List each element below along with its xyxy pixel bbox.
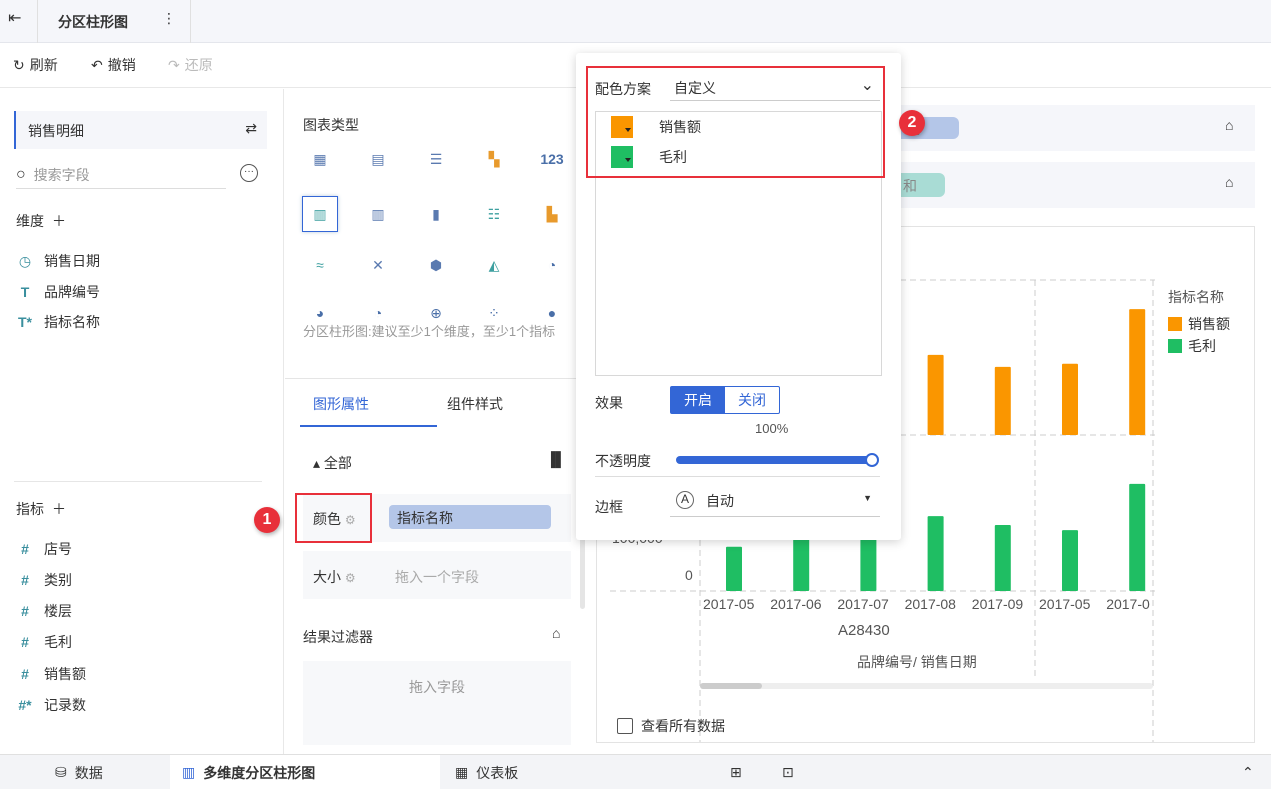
bar-chart-icon: ▥: [182, 764, 196, 780]
border-value: 自动: [706, 493, 734, 509]
bar-sales: [1129, 309, 1146, 435]
effect-off-button[interactable]: 关闭: [725, 387, 779, 413]
bar-gross-profit: [927, 516, 944, 591]
x-tick-label: 2017-07: [837, 596, 889, 612]
bar-sales: [994, 366, 1011, 435]
border-label: 边框: [595, 499, 623, 515]
step-badge-2: 2: [899, 110, 925, 136]
collapse-icon[interactable]: ⌃: [1242, 755, 1254, 790]
bar-gross-profit: [1129, 483, 1146, 591]
view-all-label: 查看所有数据: [641, 718, 725, 734]
opacity-value: 100%: [755, 421, 789, 436]
legend-label: 销售额: [1188, 316, 1230, 332]
effect-toggle[interactable]: 开启 关闭: [670, 386, 780, 414]
bottom-tab-bar: ⛁ 数据 ▥ 多维度分区柱形图 ▦ 仪表板 ⊞ ⊡ ⌃: [0, 754, 1271, 790]
x-tick-label: 2017-08: [904, 596, 956, 612]
slider-handle[interactable]: [865, 453, 879, 467]
x-tick-label: 2017-06: [770, 596, 822, 612]
x-axis-title: 品牌编号/ 销售日期: [857, 654, 977, 670]
group-label: A28430: [838, 622, 890, 639]
legend-label: 毛利: [1188, 338, 1216, 354]
opacity-label: 不透明度: [595, 453, 651, 469]
checkbox[interactable]: [617, 718, 633, 734]
horizontal-scrollbar[interactable]: [700, 683, 1153, 689]
step-badge-1: 1: [254, 507, 280, 533]
bar-gross-profit: [726, 546, 742, 591]
tab-label: 数据: [74, 764, 103, 781]
highlight-box-2: [586, 66, 885, 178]
legend-item-sales[interactable]: 销售额: [1168, 314, 1230, 334]
tab-dashboard[interactable]: ▦ 仪表板: [455, 755, 518, 790]
effect-label: 效果: [595, 395, 623, 411]
legend-swatch: [1168, 317, 1182, 331]
tab-data[interactable]: ⛁ 数据: [55, 755, 103, 790]
opacity-slider[interactable]: [676, 456, 872, 464]
legend-title: 指标名称: [1168, 289, 1224, 305]
x-tick-label: 2017-0: [1106, 596, 1150, 612]
dashboard-icon: ▦: [455, 764, 469, 780]
y-tick-label: 0: [685, 567, 693, 583]
bar-gross-profit: [994, 524, 1011, 591]
legend-item-profit[interactable]: 毛利: [1168, 336, 1216, 356]
x-tick-label: 2017-05: [703, 596, 755, 612]
bar-gross-profit: [1062, 530, 1078, 591]
x-tick-label: 2017-05: [1039, 596, 1091, 612]
tab-label: 仪表板: [476, 764, 519, 781]
bar-sales: [927, 354, 944, 435]
database-icon: ⛁: [55, 764, 67, 780]
caret-down-icon: ▼: [863, 493, 872, 503]
bar-sales: [1062, 363, 1078, 435]
view-all-data-checkbox[interactable]: 查看所有数据: [617, 716, 725, 736]
border-select[interactable]: A 自动 ▼: [670, 491, 880, 517]
effect-on-button[interactable]: 开启: [671, 387, 725, 413]
tab-current-sheet[interactable]: ▥ 多维度分区柱形图: [170, 755, 440, 790]
x-tick-label: 2017-09: [971, 596, 1024, 612]
highlight-box-1: [295, 493, 372, 543]
auto-icon: A: [676, 491, 694, 509]
legend-swatch: [1168, 339, 1182, 353]
add-component-icon[interactable]: ⊞: [730, 755, 742, 790]
tab-label: 多维度分区柱形图: [203, 764, 316, 781]
add-dashboard-icon[interactable]: ⊡: [782, 755, 794, 790]
